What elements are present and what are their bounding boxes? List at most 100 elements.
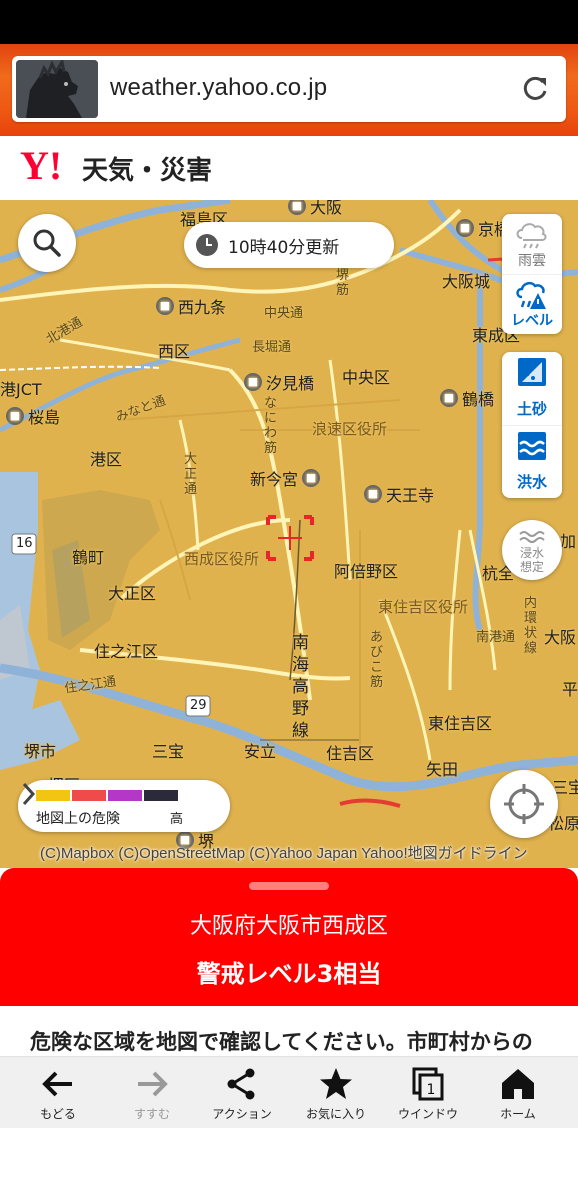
hazard-landslide-button[interactable]: 土砂 (502, 352, 562, 425)
label-naniwa-office: 浪速区役所 (312, 420, 388, 438)
sheet-handle[interactable] (249, 882, 329, 890)
map-search-button[interactable] (18, 214, 76, 272)
crosshair-icon (504, 784, 544, 824)
address-bar[interactable]: weather.yahoo.co.jp (12, 56, 566, 122)
route-shield-29-label: 29 (190, 698, 207, 713)
rain-cloud-icon (516, 223, 547, 249)
label-chuo-dori: 中央通 (264, 306, 304, 321)
nav-forward-button[interactable]: すすむ (104, 1057, 200, 1129)
label-sakai: 堺市 (24, 742, 57, 761)
alert-sheet[interactable]: 大阪府大阪市西成区 警戒レベル3相当 (0, 868, 578, 1006)
legend-swatch-purple (108, 790, 142, 801)
station-nishikujo[interactable]: ■ 西九条 (156, 294, 226, 318)
layer-level-button[interactable]: レベル (502, 274, 562, 334)
landslide-icon (518, 358, 546, 386)
train-icon: ■ (364, 485, 382, 503)
hazard-switcher: 土砂 洪水 (502, 352, 562, 498)
nav-favorites-button[interactable]: お気に入り (288, 1057, 384, 1129)
nav-window-button[interactable]: 1 ウインドウ (380, 1057, 476, 1129)
map-attribution[interactable]: (C)Mapbox (C)OpenStreetMap (C)Yahoo Japa… (40, 842, 528, 863)
nav-back-button[interactable]: もどる (10, 1057, 106, 1129)
map-canvas (0, 200, 578, 868)
train-icon: ■ (456, 219, 474, 237)
label-naniwasuji: なにわ筋 (264, 396, 278, 456)
search-icon (33, 229, 61, 257)
nav-home-button[interactable]: ホーム (470, 1057, 566, 1129)
label-minato-jct: 港JCT (0, 380, 42, 399)
clock-icon (196, 234, 218, 256)
level-icon (516, 281, 546, 309)
flood-icon (518, 432, 546, 460)
label-kaji: 加 (560, 532, 577, 551)
current-location-button[interactable] (490, 770, 558, 838)
danger-legend[interactable]: 地図上の危険 高 (18, 780, 230, 832)
label-nankai-koya-line: 南海高野線 (292, 633, 309, 741)
label-sumiyoshi-ku: 住吉区 (326, 744, 375, 763)
label-higashisumiyoshi-office: 東住吉区役所 (378, 598, 469, 616)
alert-location: 大阪府大阪市西成区 (189, 914, 388, 939)
label-yata: 矢田 (426, 760, 459, 779)
train-icon: ■ (302, 469, 321, 487)
home-icon (502, 1069, 534, 1099)
station-tennoji[interactable]: ■ 天王寺 (364, 482, 434, 506)
station-shiomibashi[interactable]: ■ 汐見橋 (244, 370, 314, 394)
label-uchikanjo: 内環状線 (524, 596, 538, 656)
train-icon: ■ (244, 373, 262, 391)
wave-icon (519, 531, 545, 543)
reload-icon[interactable] (518, 72, 552, 106)
legend-swatch-red (72, 790, 106, 801)
label-osaka-e: 大阪 (544, 628, 577, 647)
label-minato-ku: 港区 (90, 450, 123, 469)
label-minamiko-dori: 南港通 (476, 630, 516, 645)
browser-toolbar: weather.yahoo.co.jp (0, 44, 578, 136)
station-tsuruhashi[interactable]: ■ 鶴橋 (440, 386, 494, 410)
godzilla-thumbnail-icon[interactable] (16, 60, 98, 118)
label-heino: 平 (562, 680, 578, 699)
label-nishi-ku: 西区 (158, 342, 191, 361)
label-taisho-dori: 大正通 (184, 452, 198, 497)
route-shield-16-label: 16 (16, 536, 33, 551)
train-icon: ■ (156, 297, 174, 315)
chevron-right-icon (22, 782, 36, 806)
label-nagahori-dori: 長堀通 (252, 340, 292, 355)
label-sakaisuji: 堺筋 (336, 268, 350, 298)
window-icon: 1 (412, 1067, 444, 1101)
station-shinimamiya[interactable]: 新今宮 ■ (250, 466, 321, 490)
nav-action-button[interactable]: アクション (194, 1057, 290, 1129)
layer-switcher: 雨雲 レベル (502, 214, 562, 334)
label-nishinari-office: 西成区役所 (184, 550, 260, 568)
site-header: Y! 天気・災害 (0, 136, 578, 200)
alert-level: 警戒レベル3相当 (196, 960, 382, 988)
label-chuo-ku: 中央区 (342, 368, 391, 387)
inundation-button[interactable]: 浸水 想定 (502, 520, 562, 580)
label-tsurumachi: 鶴町 (72, 548, 105, 567)
hazard-flood-button[interactable]: 洪水 (502, 425, 562, 498)
label-osaka-castle: 大阪城 (442, 272, 491, 291)
update-time-pill: 10時40分更新 (184, 222, 394, 268)
train-icon: ■ (288, 200, 306, 215)
train-icon: ■ (440, 389, 458, 407)
train-icon: ■ (6, 407, 24, 425)
label-sanpo: 三宝 (152, 742, 185, 761)
label-abeno-ku: 阿倍野区 (334, 562, 399, 581)
svg-text:1: 1 (427, 1082, 436, 1098)
label-taisho-ku: 大正区 (108, 584, 157, 603)
layer-rain-cloud-button[interactable]: 雨雲 (502, 214, 562, 274)
legend-swatch-black (144, 790, 178, 801)
legend-high-label: 高 (170, 812, 184, 827)
label-higashisumiyoshi-ku: 東住吉区 (428, 714, 493, 733)
label-suminoe-ku: 住之江区 (94, 642, 159, 661)
yahoo-logo[interactable]: Y! (20, 146, 62, 186)
page-title[interactable]: 天気・災害 (82, 150, 212, 187)
back-arrow-icon (42, 1071, 72, 1097)
hazard-map[interactable]: 16 29 ■ 西九条 ■ 汐見橋 ■ 桜島 新今宮 ■ ■ 天王寺 ■ 鶴橋 ■ 京橋 ■ 大… (0, 200, 578, 868)
update-time-text: 10時40分更新 (228, 237, 340, 258)
legend-label: 地図上の危険 (36, 811, 120, 827)
station-sakurajima[interactable]: ■ 桜島 (6, 404, 60, 428)
star-icon (320, 1068, 352, 1099)
station-osaka[interactable]: ■ 大阪 (288, 200, 342, 218)
status-bar (0, 0, 578, 44)
legend-swatch-yellow (36, 790, 70, 801)
url-text[interactable]: weather.yahoo.co.jp (110, 74, 327, 102)
forward-arrow-icon (138, 1071, 168, 1097)
